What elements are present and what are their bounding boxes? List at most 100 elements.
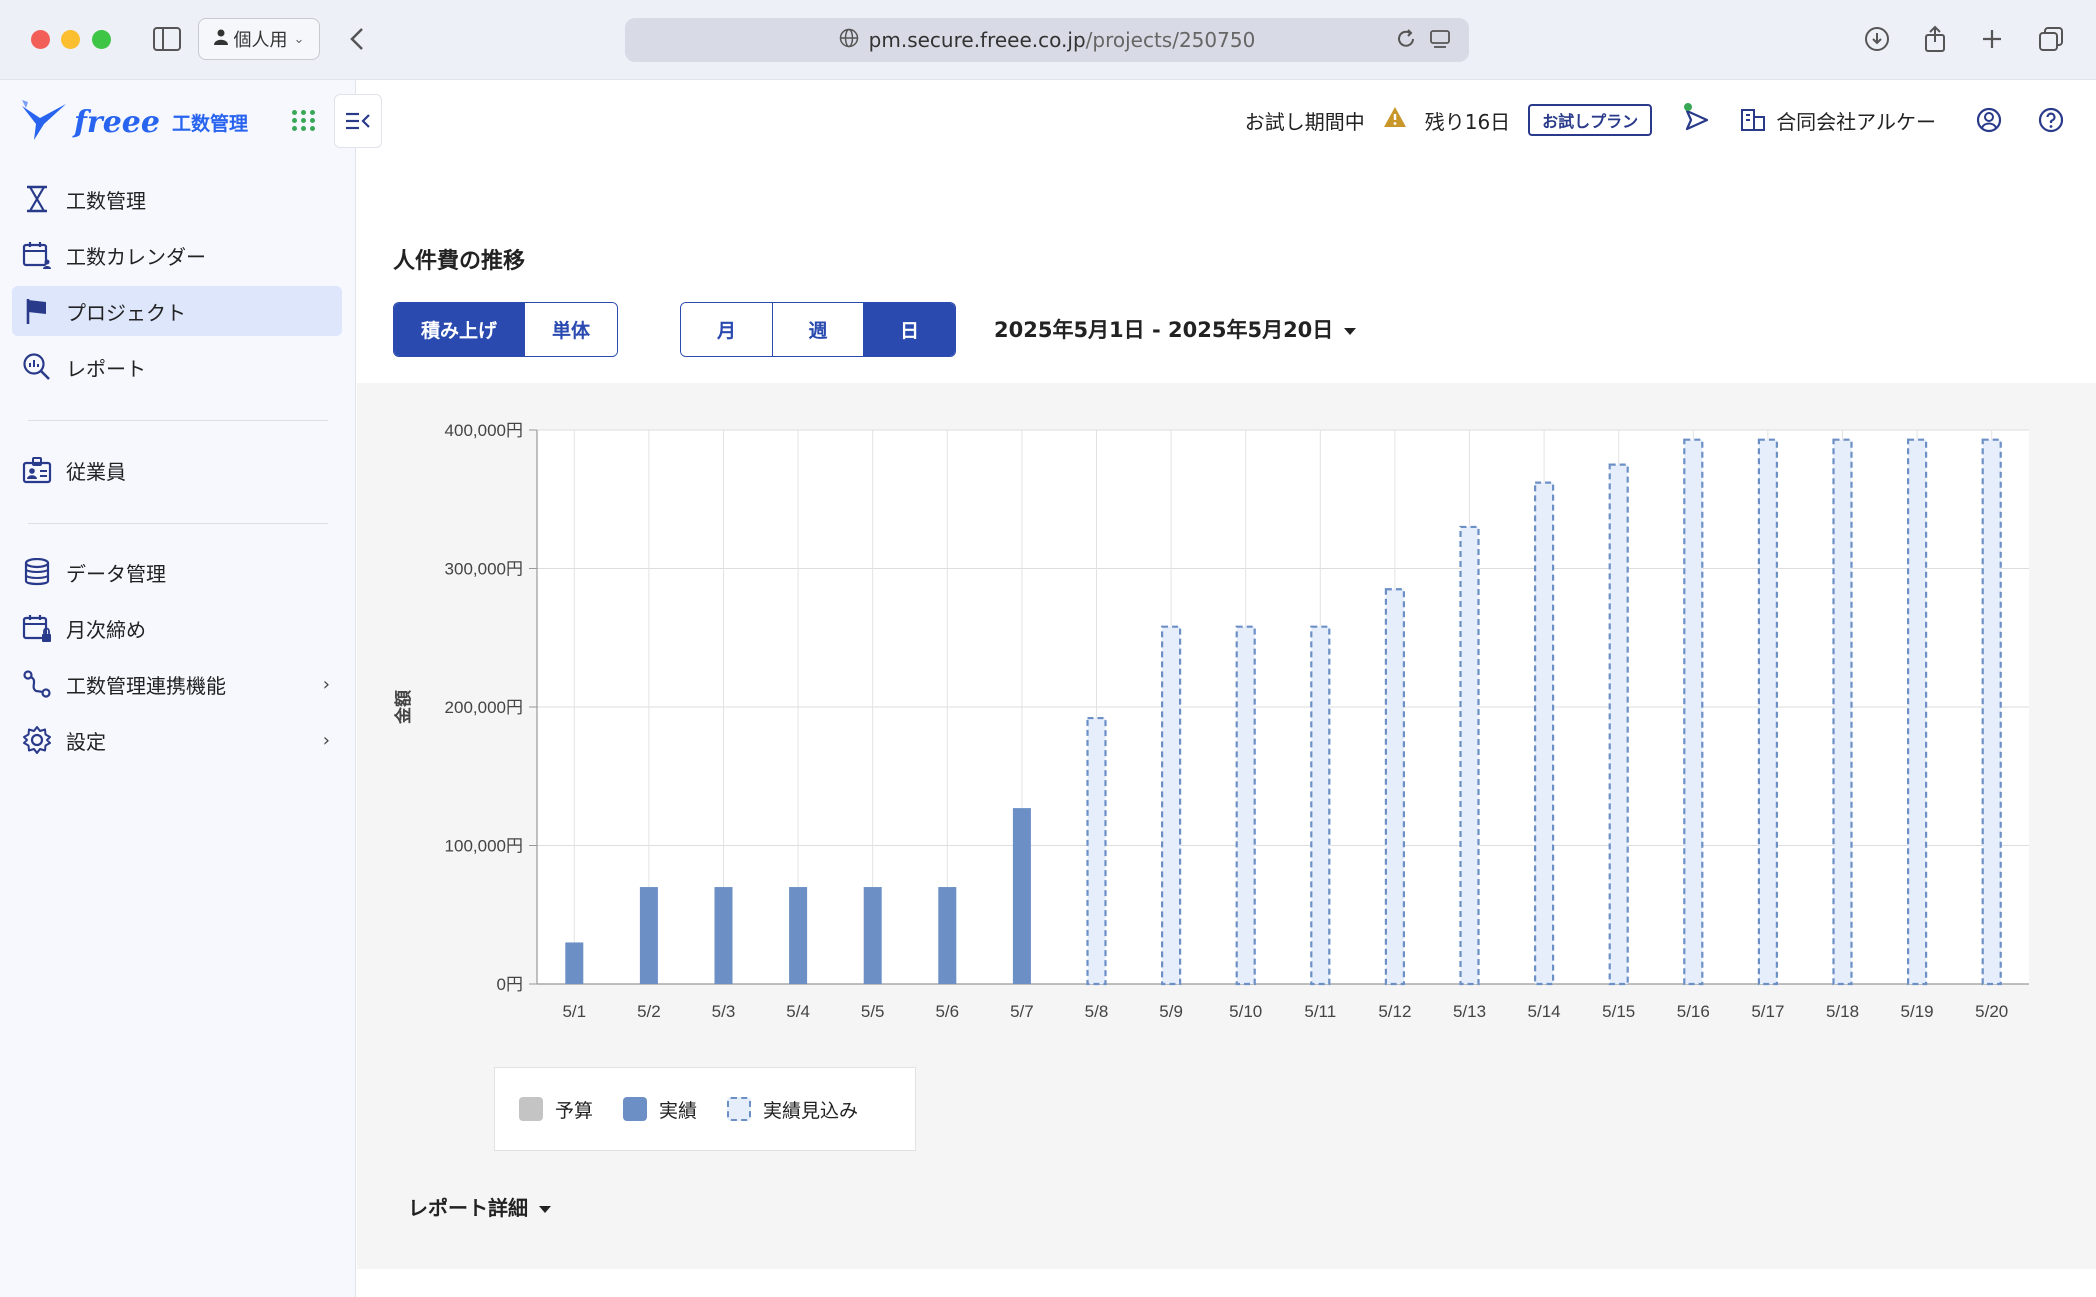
legend-label: 実績見込み [763, 1099, 859, 1122]
legend-swatch-forecast [727, 1097, 752, 1121]
bar-actual [938, 887, 957, 984]
app-header: お試し期間中 残り16日 お試しプラン 合同会社アルケー [357, 80, 2096, 160]
sidebar-item-settings[interactable]: 設定 › [12, 715, 342, 765]
chevron-down-icon: ⌄ [293, 31, 305, 47]
bar-forecast [1683, 438, 1704, 986]
person-icon [213, 29, 228, 50]
chart-legend: 予算 実績 実績見込み [494, 1067, 916, 1151]
sidebar-item-data-management[interactable]: データ管理 [12, 547, 342, 597]
sidebar-item-projects[interactable]: プロジェクト [12, 286, 342, 336]
x-tick-label: 5/19 [1901, 1002, 1934, 1021]
profile-label: 個人用 [233, 30, 288, 51]
bar-forecast [1086, 716, 1107, 986]
tab-overview-icon[interactable] [2034, 22, 2068, 56]
x-tick-label: 5/16 [1677, 1002, 1710, 1021]
back-arrow-icon[interactable] [340, 22, 374, 56]
trial-days-left: 残り16日 [1424, 109, 1511, 134]
flag-icon [22, 296, 52, 326]
bar-forecast [1832, 438, 1853, 986]
trial-plan-badge[interactable]: お試しプラン [1528, 104, 1653, 136]
collapse-sidebar-button[interactable] [334, 94, 382, 148]
account-icon[interactable] [1974, 105, 2004, 135]
legend-label: 予算 [555, 1099, 594, 1122]
reader-icon[interactable] [1429, 28, 1451, 55]
mode-stacked-button[interactable]: 積み上げ [394, 303, 525, 356]
hourglass-icon [22, 184, 52, 214]
caret-down-icon [538, 1195, 552, 1219]
report-search-icon [22, 352, 52, 382]
y-tick-label: 100,000円 [445, 837, 523, 856]
address-bar[interactable]: pm.secure.freee.co.jp/projects/250750 [625, 18, 1469, 62]
app-grid-icon[interactable] [290, 106, 318, 134]
bar-forecast [1981, 438, 2002, 986]
download-icon[interactable] [1860, 22, 1894, 56]
x-tick-label: 5/20 [1975, 1002, 2008, 1021]
window-close-button[interactable] [31, 30, 50, 49]
x-tick-label: 5/7 [1010, 1002, 1034, 1021]
trial-status: お試し期間中 [1244, 109, 1365, 134]
x-tick-label: 5/6 [935, 1002, 959, 1021]
bar-forecast [1459, 525, 1480, 986]
sidebar-toggle-icon[interactable] [150, 22, 184, 56]
logo-brand: freee [74, 104, 160, 140]
url-host: pm.secure.freee.co.jp [868, 28, 1086, 52]
x-tick-label: 5/13 [1453, 1002, 1486, 1021]
sidebar-item-label: 従業員 [66, 459, 126, 484]
sidebar-divider [28, 523, 328, 524]
calendar-lock-icon [22, 613, 52, 643]
sidebar-item-label: 月次締め [66, 617, 146, 642]
company-name[interactable]: 合同会社アルケー [1776, 106, 1936, 135]
legend-item-forecast[interactable]: 実績見込み [727, 1096, 858, 1123]
reload-icon[interactable] [1395, 28, 1417, 55]
date-range-selector[interactable]: 2025年5月1日 - 2025年5月20日 [994, 314, 1357, 344]
window-zoom-button[interactable] [92, 30, 111, 49]
bar-forecast [1160, 625, 1182, 986]
period-day-button[interactable]: 日 [864, 303, 955, 356]
sidebar-item-label: 工数管理連携機能 [66, 673, 226, 698]
window-minimize-button[interactable] [61, 30, 80, 49]
sidebar-item-time-calendar[interactable]: 工数カレンダー [12, 230, 342, 280]
labor-cost-chart: 0円100,000円200,000円300,000円400,000円金額5/1 5… [393, 421, 2029, 1021]
integration-icon [22, 669, 52, 699]
report-detail-label: レポート詳細 [408, 1196, 528, 1220]
bar-actual [714, 887, 733, 984]
report-detail-toggle[interactable]: レポート詳細 [408, 1192, 552, 1221]
sidebar-item-employees[interactable]: 従業員 [12, 445, 342, 495]
sidebar-item-label: プロジェクト [66, 300, 186, 325]
mode-single-button[interactable]: 単体 [525, 303, 617, 356]
x-tick-label: 5/1 [562, 1002, 586, 1021]
sidebar-item-label: 工数管理 [66, 188, 146, 213]
sidebar-item-monthly-closing[interactable]: 月次締め [12, 603, 342, 653]
x-tick-label: 5/2 [637, 1002, 661, 1021]
announcement-icon[interactable] [1682, 103, 1712, 135]
new-tab-icon[interactable] [1975, 22, 2009, 56]
globe-icon [839, 28, 859, 53]
collapse-icon [346, 112, 370, 130]
bar-forecast [1235, 625, 1256, 986]
legend-item-actual[interactable]: 実績 [623, 1096, 697, 1123]
sidebar-item-integrations[interactable]: 工数管理連携機能 › [12, 659, 342, 709]
x-tick-label: 5/4 [786, 1002, 810, 1021]
warning-icon [1383, 106, 1407, 134]
y-axis-label: 金額 [393, 690, 413, 725]
period-month-button[interactable]: 月 [681, 303, 773, 356]
sidebar-item-reports[interactable]: レポート [12, 342, 342, 392]
section-title: 人件費の推移 [393, 249, 526, 274]
freee-logo[interactable]: freee 工数管理 [20, 98, 248, 146]
bar-actual [565, 942, 584, 984]
x-tick-label: 5/17 [1751, 1002, 1784, 1021]
help-icon[interactable] [2036, 105, 2066, 135]
period-week-button[interactable]: 週 [773, 303, 864, 356]
mode-toggle: 積み上げ 単体 [393, 302, 618, 357]
chevron-right-icon: › [322, 729, 330, 751]
legend-item-budget[interactable]: 予算 [519, 1096, 593, 1123]
profile-selector[interactable]: 個人用 ⌄ [198, 18, 320, 60]
x-tick-label: 5/5 [861, 1002, 885, 1021]
sidebar-item-time-management[interactable]: 工数管理 [12, 174, 342, 224]
x-tick-label: 5/11 [1304, 1002, 1336, 1021]
y-tick-label: 300,000円 [445, 560, 523, 579]
bar-forecast [1384, 588, 1406, 986]
x-tick-label: 5/3 [712, 1002, 736, 1021]
bar-forecast [1533, 481, 1555, 986]
share-icon[interactable] [1918, 22, 1952, 56]
